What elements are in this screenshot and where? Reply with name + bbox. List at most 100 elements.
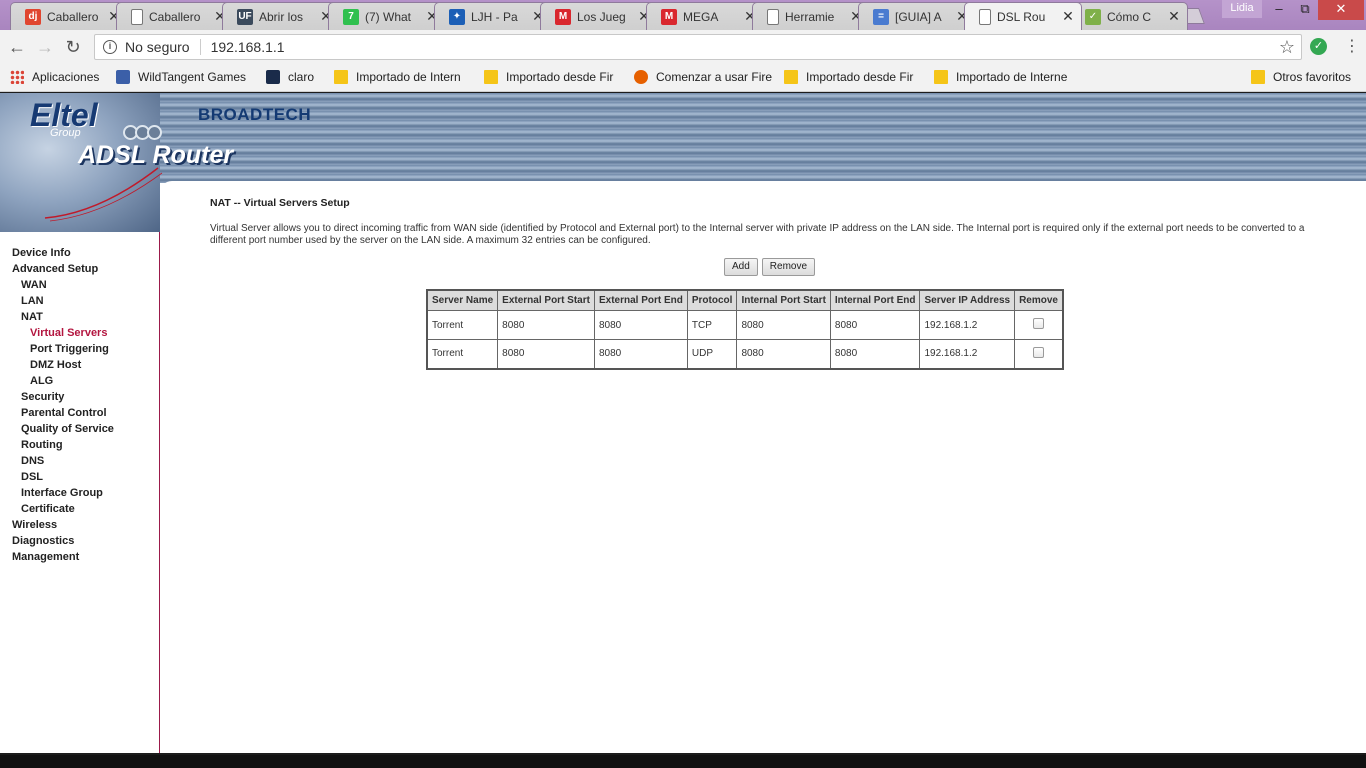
table-cell: 8080: [593, 339, 688, 369]
sidebar-item-port-triggering[interactable]: Port Triggering: [30, 343, 109, 355]
bookmark-item[interactable]: Importado de Interne: [934, 70, 1074, 84]
tab-close-icon[interactable]: ✕: [1061, 8, 1075, 25]
remove-button[interactable]: Remove: [761, 258, 816, 276]
sidebar-item-routing[interactable]: Routing: [21, 439, 63, 451]
folder-icon: [484, 70, 498, 84]
address-bar[interactable]: i No seguro 192.168.1.1 ☆: [94, 34, 1302, 60]
table-cell: 8080: [593, 310, 688, 340]
folder-icon: [784, 70, 798, 84]
sidebar-item-dns[interactable]: DNS: [21, 455, 44, 467]
bookmarks-bar: Aplicaciones WildTangent Games claro Import…: [0, 64, 1366, 92]
browser-tab[interactable]: DSL Rou ✕: [964, 2, 1082, 30]
table-cell: 8080: [829, 339, 921, 369]
bookmark-label: Importado desde Fir: [806, 70, 914, 84]
virtual-servers-table: Server Name External Port Start External P…: [426, 289, 1064, 370]
sidebar-item-parental-control[interactable]: Parental Control: [21, 407, 107, 419]
brand-name: BROADTECH: [198, 105, 312, 124]
bookmark-item[interactable]: Aplicaciones: [10, 70, 110, 84]
info-icon[interactable]: i: [103, 40, 117, 54]
browser-toolbar: ← → ↻ i No seguro 192.168.1.1 ☆ ✓ ⋮: [0, 30, 1366, 64]
page-title: NAT -- Virtual Servers Setup: [210, 197, 350, 209]
sidebar-item-wireless[interactable]: Wireless: [12, 519, 57, 531]
tab-close-icon[interactable]: ✕: [1167, 8, 1181, 25]
eltel-group-label: Group: [50, 127, 81, 139]
table-cell: 8080: [829, 310, 921, 340]
sidebar-item-wan[interactable]: WAN: [21, 279, 47, 291]
table-cell: 192.168.1.2: [919, 310, 1016, 340]
sidebar-item-diagnostics[interactable]: Diagnostics: [12, 535, 74, 547]
menu-kebab-icon[interactable]: ⋮: [1344, 36, 1360, 56]
sidebar-item-advanced-setup[interactable]: Advanced Setup: [12, 263, 98, 275]
add-button[interactable]: Add: [724, 258, 758, 276]
minimize-icon[interactable]: –: [1266, 0, 1292, 20]
bookmark-label: Importado de Intern: [356, 70, 461, 84]
table-cell: TCP: [686, 310, 738, 340]
browser-tab[interactable]: dj Caballero ✕: [10, 2, 128, 30]
forward-icon[interactable]: →: [34, 36, 56, 58]
remove-cell: [1014, 310, 1064, 340]
column-header: External Port End: [593, 289, 688, 311]
tab-title: Herramie: [785, 9, 835, 24]
remove-checkbox[interactable]: [1033, 346, 1045, 358]
security-label[interactable]: No seguro: [125, 39, 190, 55]
tab-title: (7) What: [365, 9, 412, 24]
bookmark-item[interactable]: Importado desde Fir: [484, 70, 624, 84]
tab-strip: Lidia – ⧉ ✕ dj Caballero ✕ Caballero ✕ UF Abri…: [0, 0, 1366, 30]
bookmark-label: Otros favoritos: [1273, 70, 1352, 84]
sidebar-item-management[interactable]: Management: [12, 551, 79, 563]
document-favicon-icon: [131, 8, 143, 25]
bookmark-item[interactable]: Comenzar a usar Fire: [634, 70, 774, 84]
browser-tab[interactable]: ✓ Cómo C ✕: [1070, 2, 1188, 30]
sidebar-item-alg[interactable]: ALG: [30, 375, 53, 387]
column-header: External Port Start: [497, 289, 595, 311]
window-close-icon[interactable]: ✕: [1318, 0, 1364, 20]
browser-tab[interactable]: 7 (7) What ✕: [328, 2, 446, 30]
document-favicon-icon: [979, 8, 991, 25]
howto-favicon-icon: ✓: [1085, 8, 1101, 25]
bookmark-item[interactable]: WildTangent Games: [116, 70, 256, 84]
browser-tab[interactable]: ✦ LJH - Pa ✕: [434, 2, 552, 30]
sidebar-item-interface-group[interactable]: Interface Group: [21, 487, 103, 499]
sidebar-item-quality-of-service[interactable]: Quality of Service: [21, 423, 114, 435]
sidebar-item-dsl[interactable]: DSL: [21, 471, 43, 483]
table-cell: UDP: [686, 339, 738, 369]
sidebar-item-dmz-host[interactable]: DMZ Host: [30, 359, 81, 371]
wildtangent-icon: [116, 70, 130, 84]
browser-tab[interactable]: Herramie ✕: [752, 2, 870, 30]
table-cell: Torrent: [426, 339, 499, 369]
tab-title: Caballero: [47, 9, 99, 24]
maximize-icon[interactable]: ⧉: [1292, 0, 1318, 20]
profile-button[interactable]: Lidia: [1222, 0, 1262, 18]
reload-icon[interactable]: ↻: [62, 36, 84, 58]
sidebar-item-nat[interactable]: NAT: [21, 311, 43, 323]
sidebar-item-security[interactable]: Security: [21, 391, 64, 403]
taskbar: [0, 755, 1366, 768]
bookmark-item[interactable]: claro: [266, 70, 326, 84]
column-header: Internal Port Start: [736, 289, 831, 311]
swoosh-icon: [44, 167, 163, 222]
remove-checkbox[interactable]: [1033, 318, 1045, 329]
sidebar-item-lan[interactable]: LAN: [21, 295, 44, 307]
browser-tab[interactable]: = [GUIA] A ✕: [858, 2, 976, 30]
table-header-row: Server Name External Port Start External P…: [426, 289, 1064, 311]
bookmark-item[interactable]: Importado de Intern: [334, 70, 474, 84]
sidebar-item-certificate[interactable]: Certificate: [21, 503, 75, 515]
table-cell: 8080: [736, 310, 831, 340]
checkmark-extension-icon[interactable]: ✓: [1310, 38, 1327, 55]
url-text[interactable]: 192.168.1.1: [211, 39, 285, 55]
bookmark-item[interactable]: Otros favoritos: [1251, 70, 1361, 84]
sidebar-item-device-info[interactable]: Device Info: [12, 247, 71, 259]
browser-tab[interactable]: Caballero ✕: [116, 2, 234, 30]
back-icon[interactable]: ←: [6, 36, 28, 58]
bookmark-star-icon[interactable]: ☆: [1279, 37, 1295, 58]
sidebar-item-virtual-servers[interactable]: Virtual Servers: [30, 327, 107, 339]
bookmark-item[interactable]: Importado desde Fir: [784, 70, 924, 84]
tab-title: MEGA: [683, 9, 719, 24]
browser-tab[interactable]: UF Abrir los ✕: [222, 2, 340, 30]
folder-icon: [334, 70, 348, 84]
table-cell: 8080: [497, 339, 595, 369]
claro-icon: [266, 70, 280, 84]
browser-tab[interactable]: M MEGA ✕: [646, 2, 764, 30]
bookmark-label: Aplicaciones: [32, 70, 100, 84]
browser-tab[interactable]: M Los Jueg ✕: [540, 2, 658, 30]
